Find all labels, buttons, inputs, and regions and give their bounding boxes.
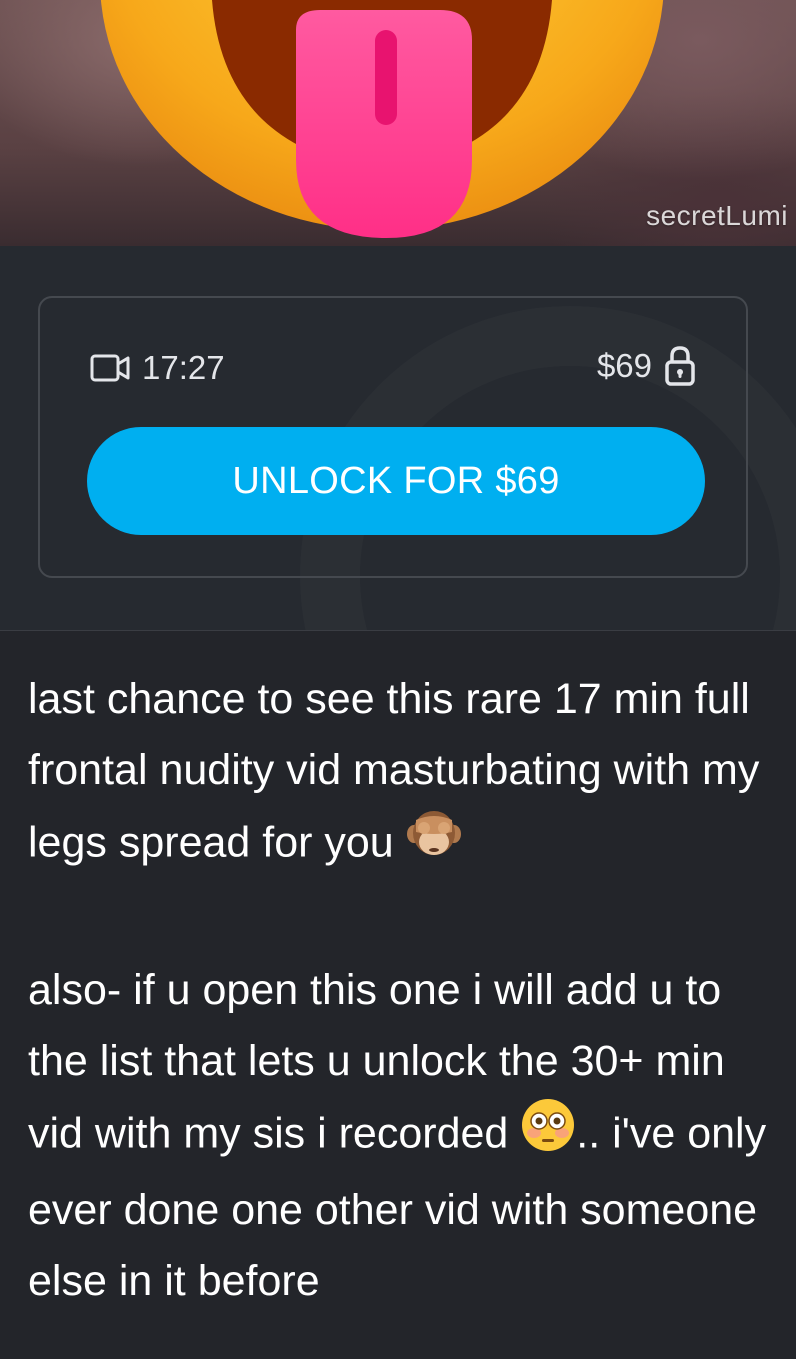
locked-media-card: 17:27 $69 UNLOCK FOR $69: [38, 296, 748, 578]
message-paragraph: also- if u open this one i will add u to…: [28, 955, 778, 1317]
message-body: last chance to see this rare 17 min full…: [28, 664, 778, 1317]
price-label: $69: [596, 347, 652, 384]
duration-label: 17:27: [142, 349, 225, 386]
media-price: $69: [597, 346, 696, 386]
video-camera-icon: [90, 354, 130, 382]
see-no-evil-monkey-icon: [406, 806, 462, 884]
media-preview[interactable]: secretLumi: [0, 0, 796, 246]
flushed-face-icon: [520, 1097, 576, 1175]
locked-media-panel: 17:27 $69 UNLOCK FOR $69: [0, 246, 796, 630]
message-paragraph: last chance to see this rare 17 min full…: [28, 664, 778, 884]
unlock-button[interactable]: UNLOCK FOR $69: [87, 427, 705, 535]
message-text: last chance to see this rare 17 min full…: [28, 675, 760, 867]
lock-icon: [665, 346, 695, 386]
media-duration: 17:27: [90, 349, 225, 386]
divider: [0, 630, 796, 631]
creator-watermark: secretLumi: [646, 200, 788, 231]
